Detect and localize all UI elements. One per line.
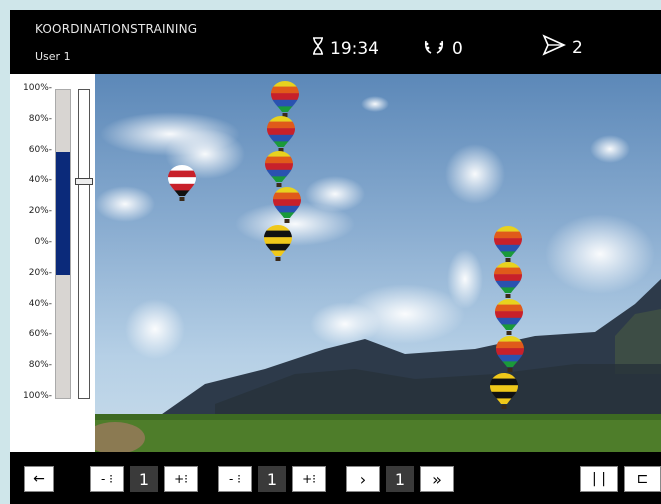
meter-scale-label: 20%-: [28, 206, 52, 217]
hourglass-icon: [312, 37, 324, 60]
back-button[interactable]: ←: [24, 466, 54, 492]
group1-minus-button[interactable]: - ⁝: [90, 466, 124, 492]
paper-plane-icon: [542, 34, 566, 61]
slider-track[interactable]: [78, 89, 90, 399]
pause-button[interactable]: | |: [580, 466, 618, 492]
timer: 19:34: [312, 37, 379, 60]
group1-value: 1: [130, 466, 158, 492]
game-scene: [95, 74, 661, 452]
meter-scale-label: 100%-: [23, 83, 52, 93]
group2-value: 1: [258, 466, 286, 492]
meter-scale-label: 60%-: [28, 329, 52, 340]
meter-scale-label: 40%-: [28, 298, 52, 309]
meter-scale-label: 60%-: [28, 144, 52, 155]
top-bar: KOORDINATIONSTRAINING User 1 19:34 0 2: [10, 10, 661, 74]
exit-button[interactable]: ⊏: [624, 466, 661, 492]
clouds: [95, 96, 655, 359]
meter-scale-label: 80%-: [28, 113, 52, 124]
meter-scale-label: 80%-: [28, 360, 52, 371]
score: 0: [424, 37, 463, 60]
meter-scale-label: 100%-: [23, 391, 52, 401]
meter-scale-label: 20%-: [28, 267, 52, 278]
plane-counter: 2: [542, 34, 583, 61]
fast-forward-button[interactable]: »: [420, 466, 454, 492]
app-title: KOORDINATIONSTRAINING: [35, 22, 198, 36]
user-label: User 1: [35, 50, 71, 63]
slider-thumb[interactable]: [75, 178, 93, 186]
level-meter: 100%- 80%- 60%- 40%- 20%- 0%- 20%- 40%- 60%- 80%-…: [10, 74, 96, 452]
timer-value: 19:34: [330, 38, 379, 59]
control-bar: ← - ⁝ 1 +⁝ - ⁝ 1 +⁝ › 1 » | | ⊏: [10, 452, 661, 504]
level-fill: [56, 151, 70, 275]
next-button[interactable]: ›: [346, 466, 380, 492]
group2-minus-button[interactable]: - ⁝: [218, 466, 252, 492]
group2-plus-button[interactable]: +⁝: [292, 466, 326, 492]
laurel-icon: [424, 37, 444, 60]
scene-art: [95, 96, 661, 452]
meter-scale-label: 40%-: [28, 175, 52, 186]
meter-scale-label: 0%-: [34, 237, 52, 247]
plane-count: 2: [572, 37, 583, 58]
score-value: 0: [452, 38, 463, 59]
group3-value: 1: [386, 466, 414, 492]
level-track: [55, 89, 71, 399]
group1-plus-button[interactable]: +⁝: [164, 466, 198, 492]
